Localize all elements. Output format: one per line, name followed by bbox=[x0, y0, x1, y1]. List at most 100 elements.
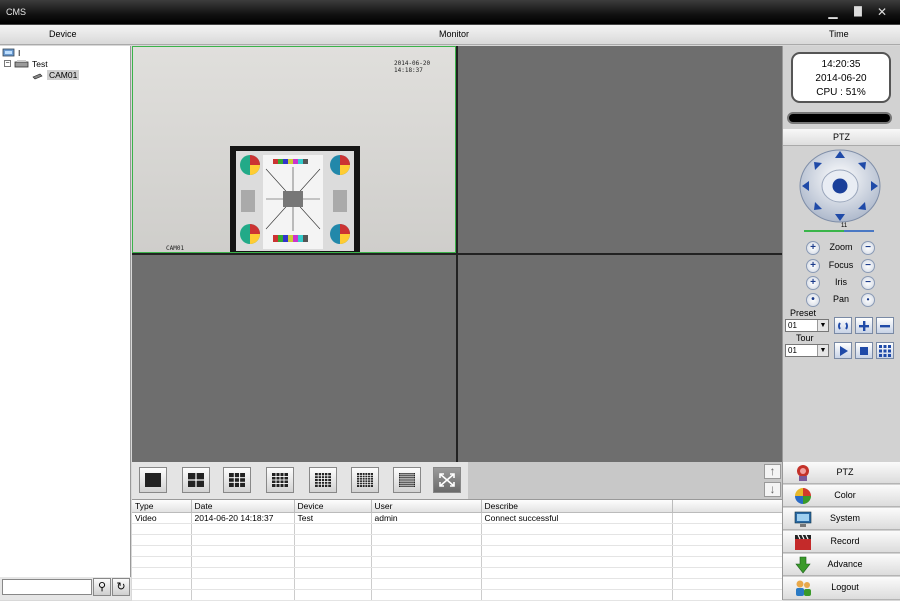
video-pane-3[interactable] bbox=[132, 255, 456, 462]
menu-label: Advance bbox=[827, 559, 863, 569]
section-header: Device Monitor Time bbox=[0, 25, 900, 45]
zoom-label: Zoom bbox=[829, 242, 853, 252]
camera-osd-name: CAM01 bbox=[166, 245, 185, 252]
camera-icon bbox=[32, 73, 43, 79]
search-button[interactable]: ⚲ bbox=[93, 578, 111, 596]
zoom-out-button[interactable]: − bbox=[861, 241, 875, 255]
monitor-grid: 2014-06-20 14:18:37 CAM01 bbox=[132, 46, 782, 462]
color-palette-icon bbox=[795, 488, 811, 504]
pan-stop-button[interactable]: • bbox=[861, 293, 875, 307]
status-progress-bar bbox=[787, 112, 892, 124]
pan-control: • Pan • bbox=[806, 293, 876, 307]
layout-3x3-button[interactable] bbox=[223, 467, 251, 493]
menu-label: Record bbox=[830, 536, 860, 546]
column-header-type[interactable]: Type bbox=[132, 500, 192, 513]
ptz-direction-pad[interactable] bbox=[798, 148, 882, 224]
record-clapper-icon bbox=[795, 534, 811, 550]
menu-item-logout[interactable]: Logout bbox=[783, 577, 900, 600]
preset-goto-button[interactable] bbox=[834, 317, 852, 334]
table-header-row: Type Date Device User Describe bbox=[132, 500, 783, 513]
video-pane-1[interactable]: 2014-06-20 14:18:37 CAM01 bbox=[132, 46, 456, 253]
dvr-icon bbox=[14, 59, 29, 67]
menu-item-system[interactable]: System bbox=[783, 508, 900, 530]
zoom-in-button[interactable]: + bbox=[806, 241, 820, 255]
layout-6x6-button[interactable] bbox=[351, 467, 379, 493]
video-pane-2[interactable] bbox=[458, 46, 782, 253]
preset-add-button[interactable] bbox=[855, 317, 873, 334]
iris-minus-button[interactable]: − bbox=[861, 276, 875, 290]
device-header: Device bbox=[49, 29, 77, 39]
iris-label: Iris bbox=[835, 277, 847, 287]
fullscreen-icon bbox=[439, 473, 455, 487]
video-pane-4[interactable] bbox=[458, 255, 782, 462]
tree-node-dvr[interactable]: − Test bbox=[4, 58, 48, 69]
tour-play-button[interactable] bbox=[834, 342, 852, 359]
system-monitor-icon bbox=[794, 511, 812, 527]
menu-item-color[interactable]: Color bbox=[783, 485, 900, 507]
menu-item-record[interactable]: Record bbox=[783, 531, 900, 553]
monitor-header: Monitor bbox=[439, 29, 470, 39]
layout-1x1-button[interactable] bbox=[139, 467, 167, 493]
menu-item-ptz[interactable]: PTZ bbox=[783, 462, 900, 484]
grid-icon bbox=[879, 344, 891, 357]
device-tree: I − Test CAM01 bbox=[0, 46, 131, 577]
cell-empty bbox=[672, 512, 783, 524]
ptz-speed-slider[interactable]: 11 bbox=[804, 223, 874, 233]
layout-2x2-button[interactable] bbox=[182, 467, 210, 493]
plus-icon bbox=[859, 320, 869, 331]
cell-type: Video bbox=[132, 512, 192, 524]
slider-fill bbox=[804, 230, 844, 232]
scroll-down-button[interactable]: ↓ bbox=[764, 482, 781, 497]
column-header-device[interactable]: Device bbox=[294, 500, 372, 513]
table-row-empty bbox=[132, 578, 783, 590]
column-header-describe[interactable]: Describe bbox=[481, 500, 673, 513]
camera-osd-timestamp: 2014-06-20 14:18:37 bbox=[394, 60, 431, 74]
tour-value: 01 bbox=[788, 346, 797, 355]
tour-grid-button[interactable] bbox=[876, 342, 894, 359]
cell-describe: Connect successful bbox=[481, 512, 673, 524]
column-header-date[interactable]: Date bbox=[191, 500, 295, 513]
column-header-user[interactable]: User bbox=[371, 500, 482, 513]
preset-select[interactable]: 01 ▼ bbox=[785, 319, 829, 332]
focus-plus-button[interactable]: + bbox=[806, 259, 820, 273]
maximize-icon[interactable]: ▇ bbox=[851, 5, 865, 19]
table-row-empty bbox=[132, 589, 783, 601]
close-icon[interactable]: ✕ bbox=[875, 5, 889, 19]
event-log: Type Date Device User Describe Video 201… bbox=[132, 499, 783, 601]
focus-label: Focus bbox=[828, 260, 854, 270]
minus-icon bbox=[880, 324, 890, 327]
table-row-empty bbox=[132, 523, 783, 535]
scroll-up-button[interactable]: ↑ bbox=[764, 464, 781, 479]
fullscreen-button[interactable] bbox=[433, 467, 461, 493]
pan-start-button[interactable]: • bbox=[806, 293, 820, 307]
table-row[interactable]: Video 2014-06-20 14:18:37 Test admin Con… bbox=[132, 512, 783, 524]
focus-minus-button[interactable]: − bbox=[861, 259, 875, 273]
tree-node-camera[interactable]: CAM01 bbox=[32, 69, 80, 80]
menu-label: Logout bbox=[831, 582, 859, 592]
cell-date: 2014-06-20 14:18:37 bbox=[191, 512, 295, 524]
ptz-header: PTZ bbox=[783, 129, 900, 146]
refresh-cycle-icon bbox=[838, 321, 848, 330]
refresh-button[interactable]: ↻ bbox=[112, 578, 130, 596]
collapse-icon[interactable]: − bbox=[4, 60, 11, 67]
layout-8x8-button[interactable] bbox=[393, 467, 421, 493]
preset-remove-button[interactable] bbox=[876, 317, 894, 334]
title-bar: CMS ▁ ▇ ✕ bbox=[0, 0, 900, 25]
iris-plus-button[interactable]: + bbox=[806, 276, 820, 290]
layout-4x4-button[interactable] bbox=[266, 467, 294, 493]
current-time: 14:20:35 bbox=[821, 59, 861, 70]
device-search-input[interactable] bbox=[2, 579, 92, 595]
camera-feed bbox=[133, 47, 455, 252]
tour-stop-button[interactable] bbox=[855, 342, 873, 359]
layout-5x5-button[interactable] bbox=[309, 467, 337, 493]
event-log-table: Type Date Device User Describe Video 201… bbox=[132, 500, 783, 601]
stop-icon bbox=[860, 346, 868, 355]
tree-node-label: I bbox=[18, 47, 21, 58]
menu-item-advance[interactable]: Advance bbox=[783, 554, 900, 576]
tree-node-label: Test bbox=[32, 58, 48, 69]
minimize-icon[interactable]: ▁ bbox=[826, 5, 840, 19]
chevron-down-icon: ▼ bbox=[817, 320, 828, 331]
tree-node-root[interactable]: I bbox=[2, 47, 20, 58]
tour-select[interactable]: 01 ▼ bbox=[785, 344, 829, 357]
tree-node-label: CAM01 bbox=[47, 69, 80, 80]
